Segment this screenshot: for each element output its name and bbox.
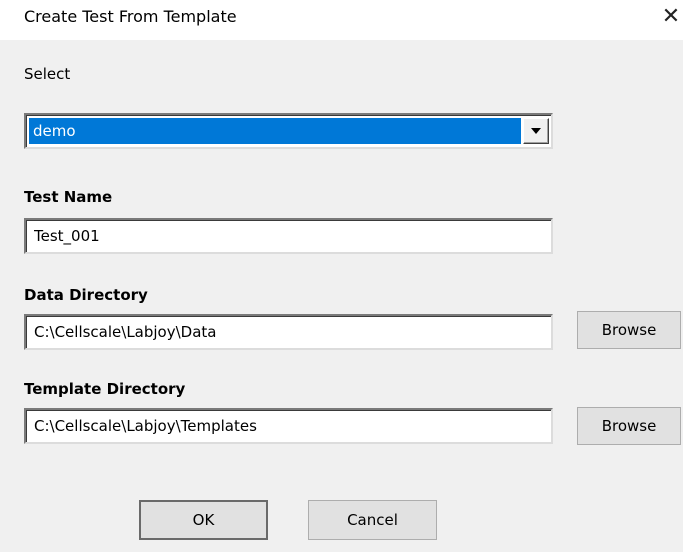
template-directory-label: Template Directory [24, 380, 186, 398]
template-select[interactable]: demo [24, 113, 553, 149]
test-name-label: Test Name [24, 188, 113, 206]
cancel-button[interactable]: Cancel [308, 500, 437, 540]
chevron-down-icon [531, 128, 541, 134]
test-name-input[interactable] [26, 220, 551, 252]
data-directory-browse-button[interactable]: Browse [577, 311, 681, 349]
title-bar: Create Test From Template ✕ [0, 0, 683, 40]
data-directory-label: Data Directory [24, 286, 148, 304]
data-directory-input[interactable] [26, 316, 551, 348]
close-icon[interactable]: ✕ [659, 4, 683, 32]
template-select-value: demo [29, 118, 521, 144]
template-directory-browse-button[interactable]: Browse [577, 407, 681, 445]
template-directory-input[interactable] [26, 410, 551, 442]
window-title: Create Test From Template [24, 7, 237, 26]
data-directory-field-frame [24, 314, 553, 350]
ok-button[interactable]: OK [139, 500, 268, 540]
dropdown-button[interactable] [523, 118, 549, 144]
template-directory-field-frame [24, 408, 553, 444]
test-name-field-frame [24, 218, 553, 254]
select-label: Select [24, 65, 71, 83]
